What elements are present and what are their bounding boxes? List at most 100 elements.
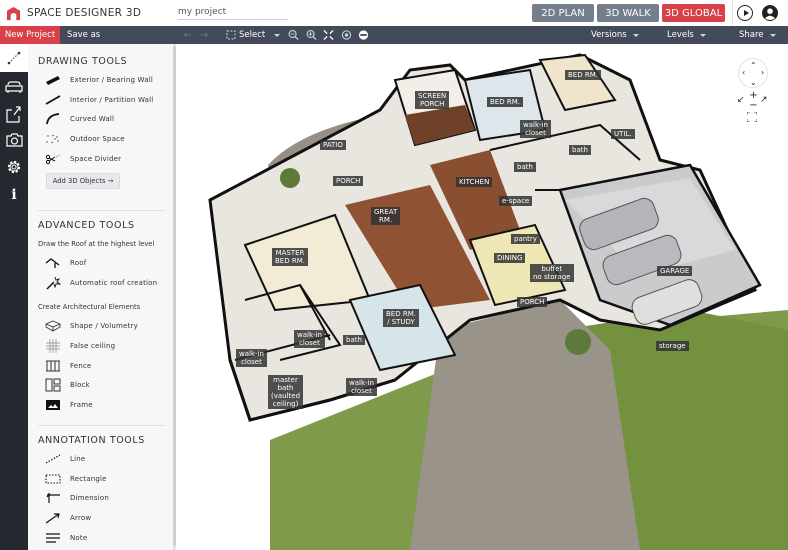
room-label: BED RM. xyxy=(565,70,601,80)
chevron-down-icon xyxy=(632,33,639,37)
zoom-out-icon[interactable] xyxy=(288,28,299,42)
select-label: Select xyxy=(239,30,266,40)
tool-interior-wall[interactable]: Interior / Partition Wall xyxy=(44,93,153,107)
tool-frame[interactable]: Frame xyxy=(44,398,93,412)
room-label: e-space xyxy=(499,196,533,206)
chevron-down-icon xyxy=(699,33,706,37)
project-name-input[interactable] xyxy=(178,5,288,20)
measure-icon xyxy=(7,51,21,65)
section-divider xyxy=(38,210,166,211)
room-label: walk-in closet xyxy=(294,330,325,348)
rail-item-camera[interactable] xyxy=(0,127,28,153)
tool-space-divider[interactable]: Space Divider xyxy=(44,152,121,166)
tool-note[interactable]: Note xyxy=(44,531,87,545)
redo-icon[interactable]: → xyxy=(198,28,210,42)
tool-arrow[interactable]: Arrow xyxy=(44,511,91,525)
fence-icon xyxy=(46,360,60,372)
play-icon[interactable] xyxy=(737,5,753,21)
info-icon[interactable]: i xyxy=(0,182,28,208)
center-icon[interactable] xyxy=(341,28,352,42)
room-label: DINING xyxy=(494,253,526,263)
magic-wand-icon xyxy=(46,276,61,290)
settings-icon xyxy=(7,160,21,174)
new-project-button[interactable]: New Project xyxy=(0,26,60,44)
undo-icon[interactable]: ← xyxy=(182,28,194,42)
tool-line[interactable]: Line xyxy=(44,452,85,466)
user-account-icon[interactable] xyxy=(762,5,778,21)
rail-item-export[interactable] xyxy=(0,101,28,127)
versions-menu[interactable]: Versions xyxy=(591,26,639,44)
room-label: pantry xyxy=(511,234,540,244)
tool-automatic-roof[interactable]: Automatic roof creation xyxy=(44,276,157,290)
rail-item-furniture[interactable] xyxy=(0,74,28,100)
fullscreen-icon[interactable] xyxy=(747,112,757,122)
room-label: PORCH xyxy=(517,297,548,307)
rail-item-settings[interactable] xyxy=(0,154,28,180)
room-label: MASTER BED RM. xyxy=(272,248,308,266)
room-label: PATIO xyxy=(320,140,346,150)
header-divider xyxy=(732,0,733,26)
tool-label: Fence xyxy=(70,362,92,370)
tool-label: Line xyxy=(70,455,86,463)
room-label: walk-in closet xyxy=(236,349,267,367)
tool-roof[interactable]: Roof xyxy=(44,256,86,270)
rotate-left-icon[interactable]: ↙ xyxy=(737,95,745,105)
logo-icon[interactable] xyxy=(6,6,21,21)
advanced-tools-title: ADVANCED TOOLS xyxy=(38,220,135,231)
room-label: BED RM. xyxy=(487,97,523,107)
export-icon xyxy=(6,106,21,123)
room-label: UTIL. xyxy=(611,129,635,139)
tool-curved-wall[interactable]: Curved Wall xyxy=(44,112,114,126)
tool-label: Dimension xyxy=(70,494,110,502)
chevron-down-icon xyxy=(274,33,281,37)
tool-exterior-wall[interactable]: Exterior / Bearing Wall xyxy=(44,73,153,87)
tool-rectangle[interactable]: Rectangle xyxy=(44,472,107,486)
tool-label: Curved Wall xyxy=(70,115,115,123)
zoom-in-icon[interactable] xyxy=(306,28,317,42)
exterior-wall-icon xyxy=(46,76,60,85)
zoom-minus-icon[interactable]: − xyxy=(749,101,758,111)
tool-label: False ceiling xyxy=(70,342,116,350)
outdoor-space-icon xyxy=(46,134,59,144)
view-3d-global-button[interactable]: 3D GLOBAL xyxy=(662,4,725,22)
tool-label: Frame xyxy=(70,401,93,409)
curved-wall-icon xyxy=(46,113,60,125)
tool-shape-volumetry[interactable]: Shape / Volumetry xyxy=(44,319,138,333)
line-icon xyxy=(45,454,61,464)
main-toolbar: New Project Save as ← → Select Versions xyxy=(0,26,788,44)
rotate-right-icon[interactable]: ↗ xyxy=(760,95,768,105)
tool-label: Block xyxy=(70,381,90,389)
tool-block[interactable]: Block xyxy=(44,378,90,392)
tool-outdoor-space[interactable]: Outdoor Space xyxy=(44,132,125,146)
share-label: Share xyxy=(739,30,764,40)
tool-fence[interactable]: Fence xyxy=(44,359,92,373)
tool-dimension[interactable]: Dimension xyxy=(44,491,109,505)
fit-screen-icon[interactable] xyxy=(323,28,334,42)
frame-icon xyxy=(46,400,60,410)
false-ceiling-icon xyxy=(46,339,60,353)
room-label: GREAT RM. xyxy=(371,207,401,225)
floor-plan-render xyxy=(208,53,788,550)
view-2d-plan-button[interactable]: 2D PLAN xyxy=(532,4,594,22)
levels-menu[interactable]: Levels xyxy=(667,26,706,44)
chevron-down-icon xyxy=(769,33,776,37)
levels-label: Levels xyxy=(667,30,694,40)
tool-false-ceiling[interactable]: False ceiling xyxy=(44,339,115,353)
room-label: SCREEN PORCH xyxy=(415,91,450,109)
section-divider xyxy=(38,425,166,426)
add-3d-objects-button[interactable]: Add 3D Objects → xyxy=(46,173,120,189)
view-3d-walk-button[interactable]: 3D WALK xyxy=(597,4,659,22)
3d-canvas[interactable]: SCREEN PORCH BED RM. BED RM. walk-in clo… xyxy=(176,44,788,550)
save-as-button[interactable]: Save as xyxy=(67,26,100,44)
room-label: walk-in closet xyxy=(520,120,551,138)
share-menu[interactable]: Share xyxy=(739,26,776,44)
rail-item-drawing[interactable] xyxy=(0,44,28,72)
pan-control-icon[interactable]: ⌃ ⌄ ‹ › xyxy=(738,58,768,88)
room-label: master bath (vaulted ceiling) xyxy=(268,375,304,409)
rectangle-icon xyxy=(45,474,61,484)
drawing-tools-title: DRAWING TOOLS xyxy=(38,56,128,67)
hide-icon[interactable] xyxy=(358,28,369,42)
select-tool-dropdown[interactable]: Select xyxy=(226,26,281,44)
tool-label: Exterior / Bearing Wall xyxy=(70,76,153,84)
room-label: walk-in closet xyxy=(346,378,377,396)
